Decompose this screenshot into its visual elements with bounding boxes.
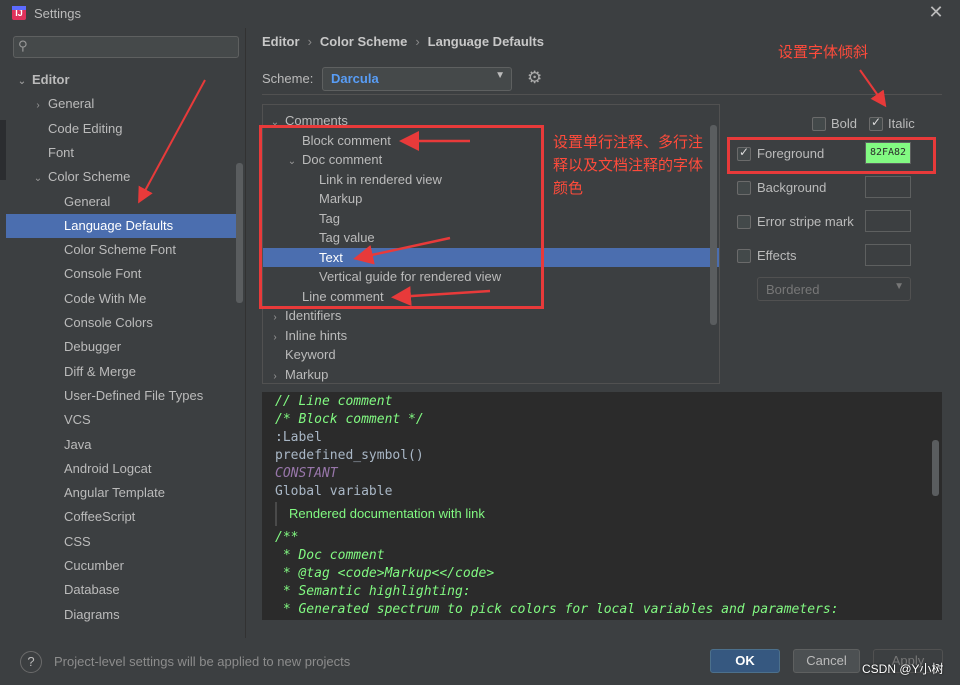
arrow-to-language-defaults [138,79,206,204]
annotation-arrows [138,69,887,307]
arrow-to-italic [859,69,887,108]
arrow-to-text [353,236,451,265]
arrow-to-line-comment [391,286,491,307]
